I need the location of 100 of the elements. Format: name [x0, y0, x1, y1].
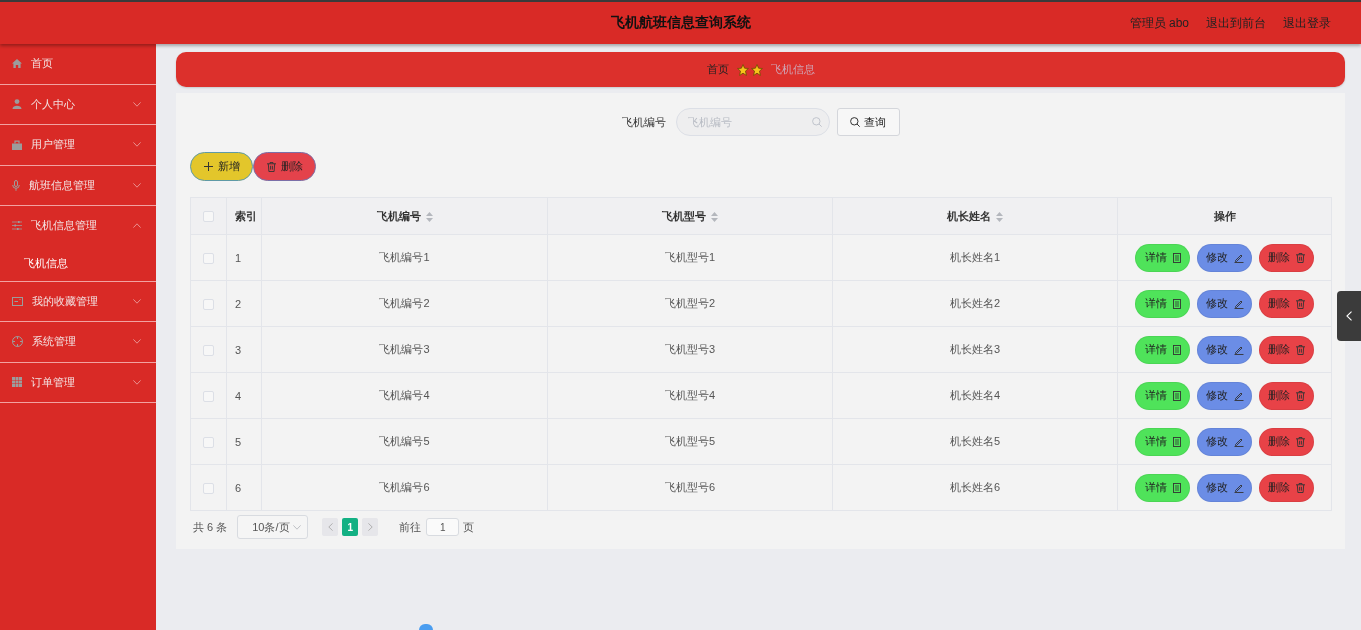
menu-item[interactable]: 订单管理	[0, 362, 156, 402]
grid-icon	[12, 377, 22, 388]
document-icon	[1172, 344, 1181, 355]
table-cell: 飞机编号3	[261, 326, 548, 373]
briefcase-icon	[12, 139, 22, 150]
detail-button[interactable]: 详情	[1135, 335, 1190, 364]
header-link[interactable]: 退出登录	[1283, 14, 1331, 32]
search-button[interactable]: 查询	[836, 108, 900, 136]
header-link[interactable]: 退出到前台	[1206, 14, 1266, 32]
column-header: 索引	[226, 197, 262, 235]
chevron-down-icon	[293, 524, 302, 530]
delete-button[interactable]: 删除	[1259, 381, 1314, 410]
checkbox[interactable]	[203, 390, 214, 402]
menu-item[interactable]: 系统管理	[0, 322, 156, 362]
document-icon	[1172, 252, 1181, 263]
delete-button[interactable]: 删除	[1259, 335, 1314, 364]
breadcrumb-current: 飞机信息	[770, 62, 815, 77]
add-button[interactable]: 新增	[190, 152, 253, 181]
detail-button[interactable]: 详情	[1135, 289, 1190, 318]
table-cell: 飞机型号5	[547, 418, 833, 465]
detail-button[interactable]: 详情	[1135, 243, 1190, 272]
checkbox[interactable]	[203, 252, 214, 264]
crosshair-icon	[12, 336, 23, 348]
trash-icon	[1296, 436, 1305, 447]
edit-button[interactable]: 修改	[1197, 289, 1252, 318]
detail-button[interactable]: 详情	[1135, 381, 1190, 410]
column-header[interactable]: 飞机型号	[547, 197, 833, 235]
delete-button[interactable]: 删除	[1259, 473, 1314, 502]
menu-item[interactable]: 飞机信息管理	[0, 206, 156, 246]
delete-button[interactable]: 删除	[1259, 289, 1314, 318]
checkbox[interactable]	[203, 211, 214, 223]
table-cell: 机长姓名6	[832, 464, 1118, 511]
table-cell: 飞机编号5	[261, 418, 548, 465]
column-header[interactable]: 机长姓名	[832, 197, 1118, 235]
checkbox[interactable]	[203, 482, 214, 494]
trash-icon	[1296, 482, 1305, 493]
plus-icon	[203, 162, 213, 171]
pencil-icon	[1233, 482, 1244, 493]
goto-label: 前往	[399, 519, 422, 535]
document-icon	[1172, 482, 1181, 493]
table-cell: 2	[226, 280, 262, 327]
sliders-icon	[12, 221, 22, 231]
table-cell: 5	[226, 418, 262, 465]
page-input[interactable]: 1	[426, 518, 460, 536]
field-label: 飞机编号	[621, 114, 666, 130]
table-cell: 飞机编号2	[261, 280, 548, 327]
menu-item[interactable]: 我的收藏管理	[0, 281, 156, 321]
column-header[interactable]: 飞机编号	[261, 197, 548, 235]
breadcrumb-link[interactable]: 首页	[706, 62, 729, 77]
detail-button[interactable]: 详情	[1135, 473, 1190, 502]
delete-button[interactable]: 删除	[253, 152, 316, 181]
menu-item[interactable]: 个人中心	[0, 84, 156, 124]
trash-icon	[1296, 390, 1305, 401]
star-icon	[736, 63, 749, 76]
pencil-icon	[1233, 344, 1244, 355]
table-cell: 飞机型号4	[547, 372, 833, 419]
submenu-item[interactable]: 飞机信息	[0, 245, 156, 281]
total-count: 共 6 条	[193, 519, 228, 535]
prev-page-button[interactable]	[322, 518, 339, 536]
table-cell: 机长姓名2	[832, 280, 1118, 327]
trash-icon	[1296, 344, 1305, 355]
delete-button[interactable]: 删除	[1259, 243, 1314, 272]
table-cell: 飞机型号6	[547, 464, 833, 511]
pencil-icon	[1233, 436, 1244, 447]
person-icon	[12, 99, 22, 110]
chevron-left-icon	[1346, 311, 1352, 321]
pencil-icon	[1233, 298, 1244, 309]
card-icon	[12, 296, 23, 306]
delete-button[interactable]: 删除	[1259, 427, 1314, 456]
edit-button[interactable]: 修改	[1197, 243, 1252, 272]
edit-button[interactable]: 修改	[1197, 473, 1252, 502]
menu-item[interactable]: 用户管理	[0, 125, 156, 165]
menu-item[interactable]: 首页	[0, 44, 156, 84]
checkbox[interactable]	[203, 298, 214, 310]
pencil-icon	[1233, 252, 1244, 263]
edit-button[interactable]: 修改	[1197, 381, 1252, 410]
home-icon	[12, 59, 22, 69]
menu-item[interactable]: 航班信息管理	[0, 165, 156, 205]
table-cell: 飞机型号1	[547, 234, 833, 281]
side-panel-toggle[interactable]	[1337, 291, 1361, 341]
page-size-select[interactable]: 10条/页	[237, 515, 309, 539]
checkbox[interactable]	[203, 344, 214, 356]
checkbox[interactable]	[203, 436, 214, 448]
trash-icon	[266, 161, 276, 172]
trash-icon	[1296, 298, 1305, 309]
table-cell: 1	[226, 234, 262, 281]
page-button[interactable]: 1	[342, 518, 359, 536]
app-title: 飞机航班信息查询系统	[610, 14, 751, 32]
search-icon	[811, 117, 822, 127]
table-cell: 飞机编号6	[261, 464, 548, 511]
search-icon	[850, 117, 860, 127]
table-cell: 机长姓名5	[832, 418, 1118, 465]
next-page-button[interactable]	[362, 518, 379, 536]
detail-button[interactable]: 详情	[1135, 427, 1190, 456]
edit-button[interactable]: 修改	[1197, 427, 1252, 456]
document-icon	[1172, 390, 1181, 401]
table-cell: 飞机型号3	[547, 326, 833, 373]
pencil-icon	[1233, 390, 1244, 401]
table-cell: 机长姓名1	[832, 234, 1118, 281]
edit-button[interactable]: 修改	[1197, 335, 1252, 364]
